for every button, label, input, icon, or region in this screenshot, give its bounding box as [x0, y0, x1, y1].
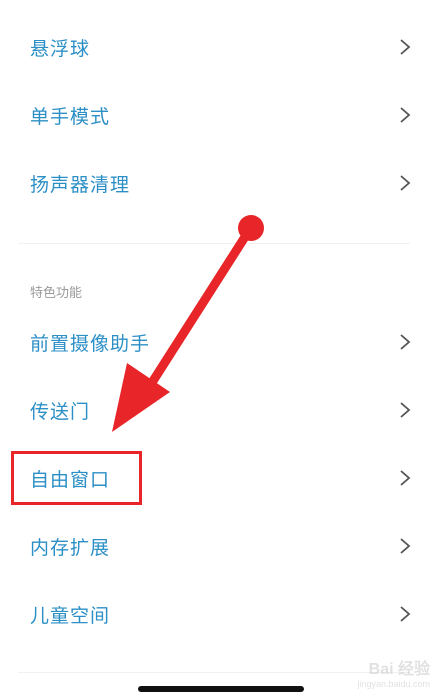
menu-item-label: 悬浮球	[30, 37, 91, 60]
chevron-right-icon	[398, 173, 412, 193]
chevron-right-icon	[398, 37, 412, 57]
menu-item-label: 单手模式	[30, 105, 111, 128]
menu-item-speaker-clean[interactable]: 扬声器清理	[0, 149, 440, 217]
watermark-url: jingyan.baidu.com	[357, 679, 430, 689]
settings-screen: 悬浮球 单手模式 扬声器清理 特色功能 前置摄像助手 传送门 自由窗口 内存扩展…	[0, 0, 440, 700]
section-title: 特色功能	[30, 286, 83, 301]
menu-item-label: 内存扩展	[30, 536, 111, 559]
menu-item-portal[interactable]: 传送门	[0, 376, 440, 444]
chevron-right-icon	[398, 536, 412, 556]
section-divider	[18, 243, 410, 244]
watermark: Bai 经验 jingyan.baidu.com	[357, 655, 430, 689]
chevron-right-icon	[398, 105, 412, 125]
chevron-right-icon	[398, 604, 412, 624]
menu-item-label: 扬声器清理	[30, 173, 131, 196]
chevron-right-icon	[398, 332, 412, 352]
menu-item-label: 传送门	[30, 400, 91, 423]
menu-item-one-hand-mode[interactable]: 单手模式	[0, 81, 440, 149]
menu-item-label: 前置摄像助手	[30, 332, 151, 355]
chevron-right-icon	[398, 400, 412, 420]
watermark-logo-text: Bai 经验	[368, 661, 430, 678]
menu-item-front-camera-assistant[interactable]: 前置摄像助手	[0, 308, 440, 376]
annotation-highlight-box	[11, 451, 142, 505]
menu-item-floating-ball[interactable]: 悬浮球	[0, 13, 440, 81]
menu-item-kids-space[interactable]: 儿童空间	[0, 580, 440, 648]
bottom-divider	[18, 672, 410, 673]
menu-item-memory-expansion[interactable]: 内存扩展	[0, 512, 440, 580]
arrow-tail-dot	[238, 215, 264, 241]
menu-item-label: 儿童空间	[30, 604, 111, 627]
home-indicator[interactable]	[138, 686, 304, 692]
chevron-right-icon	[398, 468, 412, 488]
